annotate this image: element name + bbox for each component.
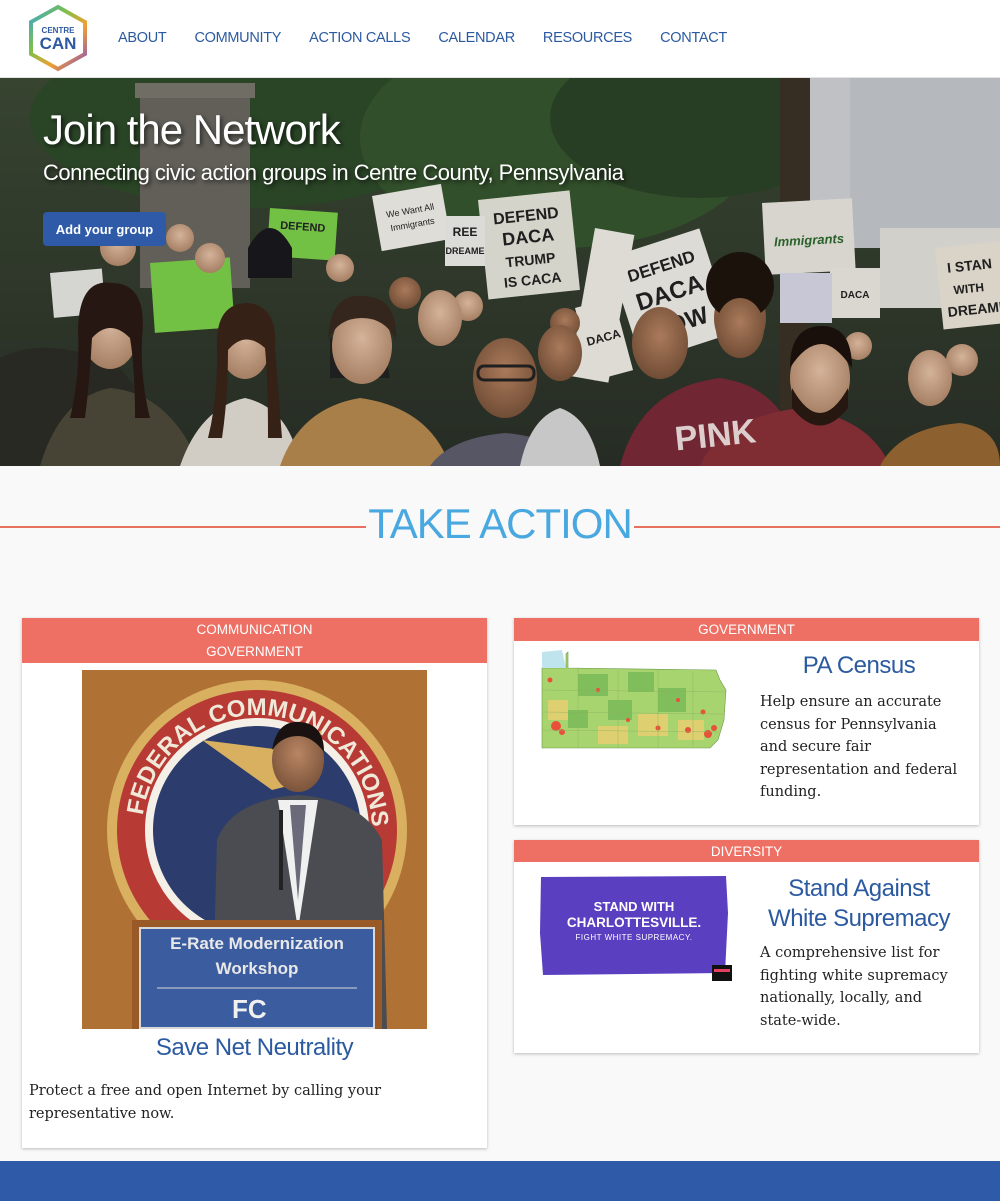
category-tag-communication[interactable]: COMMUNICATION — [22, 619, 487, 641]
charlottesville-line1: STAND WITH — [594, 899, 675, 914]
podium-fcc-logo: FC — [232, 994, 267, 1024]
add-group-button[interactable]: Add your group — [43, 212, 166, 246]
hero-title: Join the Network — [43, 106, 341, 153]
charlottesville-line2: CHARLOTTESVILLE. — [567, 915, 701, 930]
card-description: A comprehensive list for fighting white … — [760, 945, 948, 1029]
hero-banner: DEFENDDACATRUMPIS CACA DEFENDDACANOW I S… — [0, 78, 1000, 466]
card-stand-against-white-supremacy[interactable]: DIVERSITY STAND WITH CHARLOTTESVILLE. FI… — [514, 840, 979, 1053]
card-description: Help ensure an accurate census for Penns… — [760, 694, 958, 800]
card-category-bar: DIVERSITY — [514, 840, 979, 862]
divider-left — [0, 526, 366, 528]
main-nav: ABOUT COMMUNITY ACTION CALLS CALENDAR RE… — [118, 30, 755, 46]
divider-right — [634, 526, 1000, 528]
card-category-bar: COMMUNICATION GOVERNMENT — [22, 618, 487, 663]
nav-contact[interactable]: CONTACT — [660, 30, 727, 46]
charlottesville-line3: FIGHT WHITE SUPREMACY. — [576, 933, 693, 942]
nav-resources[interactable]: RESOURCES — [543, 30, 632, 46]
site-header: CENTRE CAN ABOUT COMMUNITY ACTION CALLS … — [0, 0, 1000, 78]
card-title[interactable]: PA Census — [764, 652, 954, 680]
card-pa-census[interactable]: GOVERNMENT PA Census Help ensure an accu… — [514, 618, 979, 825]
card-title[interactable]: Stand Against White Supremacy — [764, 874, 954, 934]
card-save-net-neutrality[interactable]: COMMUNICATION GOVERNMENT FEDERAL COMMUNI… — [22, 618, 487, 1148]
category-tag-government[interactable]: GOVERNMENT — [22, 641, 487, 663]
logo-text-main: CAN — [40, 34, 77, 53]
card-title[interactable]: Save Net Neutrality — [22, 1034, 487, 1062]
pa-census-map-image[interactable] — [538, 650, 728, 768]
podium-text-line1: E-Rate Modernization — [170, 934, 344, 953]
hero-subtitle: Connecting civic action groups in Centre… — [43, 160, 624, 185]
section-title: TAKE ACTION — [368, 500, 633, 547]
nav-calendar[interactable]: CALENDAR — [438, 30, 515, 46]
footer — [0, 1161, 1000, 1201]
podium-text-line2: Workshop — [216, 959, 299, 978]
category-tag-diversity[interactable]: DIVERSITY — [514, 841, 979, 863]
card-category-bar: GOVERNMENT — [514, 618, 979, 641]
nav-community[interactable]: COMMUNITY — [194, 30, 281, 46]
charlottesville-image[interactable]: STAND WITH CHARLOTTESVILLE. FIGHT WHITE … — [538, 873, 738, 983]
card-description: Protect a free and open Internet by call… — [29, 1083, 382, 1122]
centre-can-logo[interactable]: CENTRE CAN — [27, 4, 89, 72]
fcc-speaker-image[interactable]: FEDERAL COMMUNICATIONS E-Rate Modernizat… — [82, 670, 427, 1029]
category-tag-government[interactable]: GOVERNMENT — [514, 619, 979, 641]
nav-about[interactable]: ABOUT — [118, 30, 167, 46]
nav-action-calls[interactable]: ACTION CALLS — [309, 30, 410, 46]
take-action-heading: TAKE ACTION — [0, 500, 1000, 554]
